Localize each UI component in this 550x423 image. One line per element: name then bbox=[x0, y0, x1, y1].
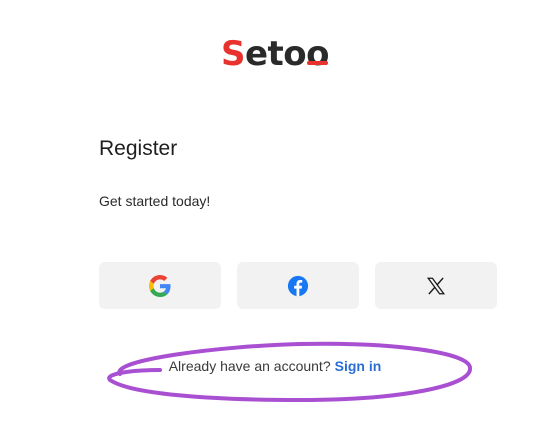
logo-o: o bbox=[306, 34, 330, 74]
x-login-button[interactable] bbox=[375, 262, 497, 309]
social-login-row bbox=[99, 262, 497, 309]
brand-logo: Setoo bbox=[0, 34, 550, 74]
google-login-button[interactable] bbox=[99, 262, 221, 309]
signin-link[interactable]: Sign in bbox=[335, 358, 382, 374]
page-subtitle: Get started today! bbox=[99, 193, 211, 209]
page-title: Register bbox=[99, 137, 178, 160]
logo-mid: eto bbox=[244, 34, 307, 74]
google-icon bbox=[149, 274, 171, 297]
facebook-icon bbox=[287, 275, 309, 296]
register-page: Setoo Register Get started today! Alread… bbox=[0, 0, 550, 423]
signin-prompt-text: Already have an account? bbox=[168, 358, 331, 374]
facebook-login-button[interactable] bbox=[237, 262, 359, 309]
logo-s: S bbox=[220, 34, 246, 74]
signin-prompt: Already have an account? Sign in bbox=[0, 358, 550, 374]
x-icon bbox=[426, 276, 446, 295]
